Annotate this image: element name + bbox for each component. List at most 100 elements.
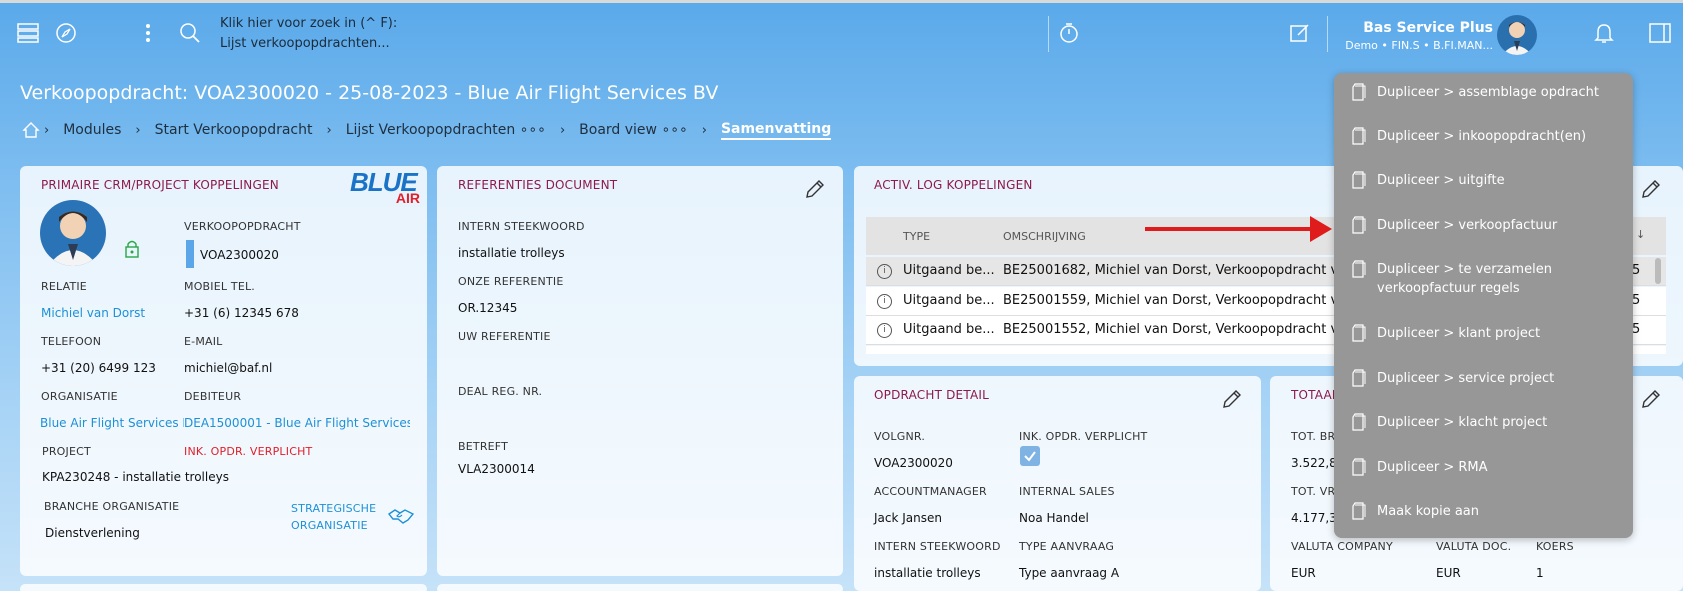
uw-referentie-label: UW REFERENTIE [458, 330, 551, 343]
type-aanvraag-label: TYPE AANVRAAG [1019, 540, 1115, 553]
menu-item-dupliceer-te-verzamelen[interactable]: Dupliceer > te verzamelen verkoopfactuur… [1352, 260, 1612, 298]
copy-document-icon [1352, 324, 1366, 342]
totaal-card-title: TOTAAL [1291, 388, 1339, 402]
copy-document-icon [1352, 171, 1366, 189]
breadcrumb-modules[interactable]: Modules [63, 122, 121, 138]
divider [1048, 16, 1049, 52]
menu-item-label: Dupliceer > verkoopfactuur [1377, 218, 1558, 233]
menu-item-dupliceer-verkoopfactuur[interactable]: Dupliceer > verkoopfactuur [1352, 216, 1557, 235]
search-hint: Klik hier voor zoek in (^ F): [220, 16, 398, 31]
menu-item-label: Dupliceer > klacht project [1377, 415, 1548, 430]
table-scrollbar[interactable] [1655, 258, 1661, 284]
bell-icon[interactable] [1592, 21, 1616, 45]
edit-pencil-icon[interactable] [1640, 178, 1662, 200]
more-vertical-icon[interactable] [142, 21, 154, 45]
menu-item-label: Dupliceer > klant project [1377, 326, 1541, 341]
menu-item-dupliceer-klacht-project[interactable]: Dupliceer > klacht project [1352, 413, 1547, 432]
edit-pencil-icon[interactable] [804, 178, 826, 200]
copy-document-icon [1352, 369, 1366, 387]
card-partial [20, 584, 427, 591]
row-end: 5 [1632, 263, 1641, 278]
type-aanvraag-value: Type aanvraag A [1019, 566, 1120, 580]
copy-document-icon [1352, 260, 1366, 278]
tot-vr-label: TOT. VR [1291, 485, 1336, 498]
copy-document-icon [1352, 83, 1366, 101]
edit-pencil-icon[interactable] [1640, 388, 1662, 410]
debiteur-link[interactable]: DEA1500001 - Blue Air Flight Services B [184, 416, 410, 430]
blue-air-logo: BLUE AIR [350, 169, 422, 210]
info-icon[interactable]: i [877, 323, 892, 338]
valuta-doc-label: VALUTA DOC. [1436, 540, 1512, 553]
sort-down-icon[interactable]: ↓ [1636, 228, 1645, 241]
organisatie-label: ORGANISATIE [41, 390, 118, 403]
ink-opdr-verplicht-checkbox[interactable] [1020, 446, 1040, 466]
menu-item-dupliceer-klant-project[interactable]: Dupliceer > klant project [1352, 324, 1540, 343]
menu-item-maak-kopie-aan[interactable]: Maak kopie aan [1352, 502, 1479, 521]
home-icon[interactable] [22, 121, 40, 139]
search-box[interactable]: Klik hier voor zoek in (^ F): Lijst verk… [220, 14, 397, 54]
onze-referentie-label: ONZE REFERENTIE [458, 275, 564, 288]
timer-icon[interactable] [1057, 21, 1081, 45]
internal-sales-label: INTERNAL SALES [1019, 485, 1115, 498]
relatie-link[interactable]: Michiel van Dorst [41, 306, 145, 320]
logo-text-air: AIR [395, 190, 420, 206]
strategische-line: STRATEGISCHE [291, 502, 377, 515]
menu-item-dupliceer-rma[interactable]: Dupliceer > RMA [1352, 458, 1488, 477]
ink-opdr-verplicht-label: INK. OPDR. VERPLICHT [184, 445, 313, 458]
menu-item-dupliceer-assemblage-opdracht[interactable]: Dupliceer > assemblage opdracht [1352, 83, 1599, 102]
breadcrumb-board-view[interactable]: Board view ∘∘∘ [579, 122, 688, 138]
breadcrumb-lijst-verkoopopdrachten[interactable]: Lijst Verkoopopdrachten ∘∘∘ [346, 122, 546, 138]
ink-opdr-verplicht-label: INK. OPDR. VERPLICHT [1019, 430, 1148, 443]
row-omschrijving: BE25001552, Michiel van Dorst, Verkoopop… [1003, 322, 1360, 337]
betreft-value: VLA2300014 [458, 462, 535, 476]
intern-steekwoord-value: installatie trolleys [458, 246, 565, 260]
column-type[interactable]: TYPE [903, 230, 930, 243]
telefoon-label: TELEFOON [41, 335, 102, 348]
search-icon[interactable] [178, 21, 202, 45]
chevron-right-icon: › [701, 122, 707, 138]
organisatie-link[interactable]: Blue Air Flight Services B [40, 416, 184, 430]
info-icon[interactable]: i [877, 264, 892, 279]
row-end: 5 [1632, 293, 1641, 308]
opdracht-detail-card [854, 376, 1261, 591]
info-icon[interactable]: i [877, 294, 892, 309]
menu-item-dupliceer-uitgifte[interactable]: Dupliceer > uitgifte [1352, 171, 1505, 190]
user-avatar[interactable] [1497, 15, 1537, 55]
edit-pencil-icon[interactable] [1221, 388, 1243, 410]
branche-label: BRANCHE ORGANISATIE [44, 500, 180, 513]
breadcrumb-start-verkoopopdracht[interactable]: Start Verkoopopdracht [155, 122, 313, 138]
status-bar [186, 240, 194, 268]
chevron-right-icon: › [559, 122, 566, 138]
internal-sales-value: Noa Handel [1019, 511, 1089, 525]
menu-item-dupliceer-service-project[interactable]: Dupliceer > service project [1352, 369, 1554, 388]
telefoon-value: +31 (20) 6499 123 [41, 361, 156, 375]
menu-item-label: Dupliceer > RMA [1377, 460, 1488, 475]
chevron-right-icon: › [135, 122, 141, 138]
email-value: michiel@baf.nl [184, 361, 273, 375]
valuta-doc-value: EUR [1436, 566, 1461, 580]
copy-document-icon [1352, 413, 1366, 431]
duplicate-menu: Dupliceer > assemblage opdracht Duplicee… [1334, 73, 1633, 538]
mobiel-value: +31 (6) 12345 678 [184, 306, 299, 320]
compass-icon[interactable] [54, 21, 78, 45]
column-omschrijving[interactable]: OMSCHRIJVING [1003, 230, 1086, 243]
breadcrumb-samenvatting[interactable]: Samenvatting [720, 121, 832, 140]
tot-br-label: TOT. BR [1291, 430, 1336, 443]
project-value: KPA230248 - installatie trolleys [42, 470, 229, 484]
row-end: 5 [1632, 322, 1641, 337]
handshake-icon [387, 507, 415, 529]
copy-document-icon [1352, 502, 1366, 520]
branche-value: Dienstverlening [45, 526, 140, 540]
menu-grid-icon[interactable] [16, 21, 40, 45]
mobiel-label: MOBIEL TEL. [184, 280, 256, 293]
volgnr-value: VOA2300020 [874, 456, 953, 470]
user-name[interactable]: Bas Service Plus [1363, 20, 1493, 36]
strategische-organisatie-label: STRATEGISCHE ORGANISATIE [291, 500, 376, 534]
row-type: Uitgaand be... [903, 322, 995, 337]
valuta-company-value: EUR [1291, 566, 1316, 580]
annotation-arrow-head [1310, 216, 1332, 242]
edit-note-icon[interactable] [1288, 21, 1312, 45]
menu-item-dupliceer-inkoopopdracht[interactable]: Dupliceer > inkoopopdracht(en) [1352, 127, 1586, 146]
panel-icon[interactable] [1648, 21, 1672, 45]
contact-avatar [40, 200, 106, 266]
